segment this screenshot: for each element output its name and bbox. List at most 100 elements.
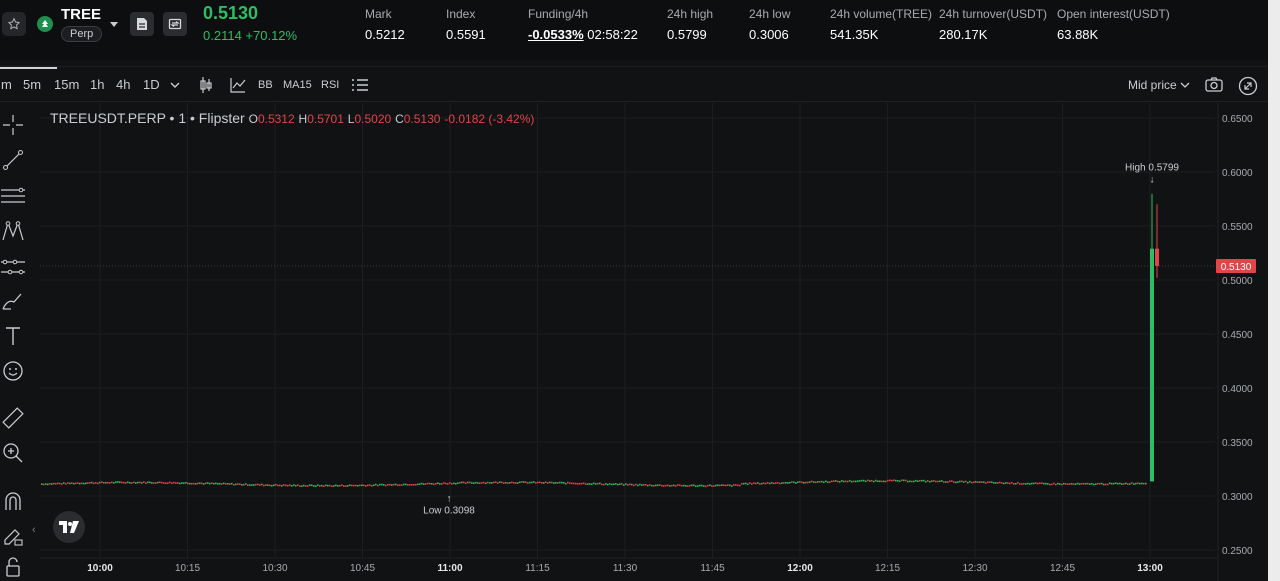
- candlestick-icon[interactable]: [198, 76, 214, 94]
- camera-icon[interactable]: [1204, 76, 1224, 94]
- baseline-candle: [825, 480, 827, 483]
- baseline-candle: [457, 482, 459, 485]
- baseline-candle: [1009, 482, 1011, 485]
- baseline-candle: [705, 485, 707, 488]
- baseline-candle: [289, 484, 291, 486]
- indicator-bb[interactable]: BB: [258, 79, 273, 91]
- baseline-candle: [891, 479, 893, 482]
- baseline-candle: [719, 484, 721, 487]
- baseline-candle: [605, 483, 607, 485]
- baseline-candle: [93, 482, 95, 485]
- baseline-candle: [299, 485, 301, 487]
- price-change: 0.2114 +70.12%: [203, 28, 298, 43]
- baseline-candle: [127, 481, 129, 484]
- baseline-candle: [1117, 482, 1119, 485]
- brush-tool[interactable]: [1, 289, 25, 313]
- baseline-candle: [1071, 483, 1073, 485]
- zoom-in-tool[interactable]: [1, 441, 25, 465]
- contract-info-button[interactable]: [130, 12, 154, 36]
- forecast-tool[interactable]: [1, 255, 25, 279]
- legend-close-label: C: [395, 112, 404, 126]
- collapse-toolbar-button[interactable]: ‹: [32, 524, 36, 536]
- baseline-candle: [737, 484, 739, 487]
- indicator-rsi[interactable]: RSI: [321, 79, 339, 91]
- baseline-candle: [823, 481, 825, 484]
- baseline-candle: [1047, 483, 1049, 485]
- baseline-candle: [363, 484, 365, 487]
- baseline-candle: [259, 484, 261, 486]
- baseline-candle: [645, 484, 647, 486]
- indicator-ma15[interactable]: MA15: [283, 79, 312, 91]
- baseline-candle: [1081, 482, 1083, 485]
- x-tick-label: 10:15: [175, 563, 200, 574]
- baseline-candle: [309, 484, 311, 486]
- line-chart-icon[interactable]: [229, 76, 247, 94]
- baseline-candle: [351, 484, 353, 487]
- y-tick-label: 0.3000: [1222, 492, 1253, 503]
- text-tool[interactable]: [1, 324, 25, 348]
- tradingview-logo[interactable]: [53, 511, 85, 543]
- lock-tool[interactable]: [1, 555, 25, 579]
- baseline-candle: [533, 481, 535, 483]
- stat-24h-volume: 24h volume(TREE) 541.35K: [830, 7, 932, 42]
- baseline-candle: [1103, 483, 1105, 486]
- chevron-down-icon[interactable]: [108, 18, 120, 30]
- baseline-candle: [319, 485, 321, 487]
- baseline-candle: [669, 485, 671, 487]
- magnet-tool[interactable]: [1, 489, 25, 513]
- baseline-candle: [119, 481, 121, 484]
- baseline-candle: [233, 484, 235, 486]
- baseline-candle: [795, 482, 797, 484]
- list-icon[interactable]: [350, 76, 370, 94]
- baseline-candle: [599, 482, 601, 485]
- baseline-candle: [689, 484, 691, 487]
- trendline-tool[interactable]: [1, 148, 25, 172]
- baseline-candle: [921, 479, 923, 482]
- baseline-candle: [631, 483, 633, 486]
- favorite-button[interactable]: [2, 12, 26, 36]
- baseline-candle: [863, 479, 865, 482]
- baseline-candle: [797, 481, 799, 483]
- baseline-candle: [47, 483, 49, 486]
- funding-rate[interactable]: -0.0533%: [528, 27, 584, 42]
- pattern-tool[interactable]: [1, 219, 25, 243]
- price-source-select[interactable]: Mid price: [1128, 78, 1190, 92]
- interval-15m[interactable]: 15m: [54, 77, 79, 92]
- baseline-candle: [1003, 482, 1005, 485]
- chevron-down-icon[interactable]: [169, 80, 181, 90]
- baseline-candle: [1011, 481, 1013, 484]
- expand-icon[interactable]: [1238, 76, 1258, 96]
- baseline-candle: [595, 483, 597, 485]
- stat-open-interest: Open interest(USDT) 63.88K: [1057, 7, 1170, 42]
- interval-cut[interactable]: m: [1, 77, 12, 92]
- symbol-name[interactable]: TREE: [61, 6, 101, 23]
- baseline-candle: [661, 484, 663, 487]
- baseline-candle: [667, 484, 669, 487]
- interval-1h[interactable]: 1h: [90, 77, 104, 92]
- crosshair-tool[interactable]: [1, 113, 25, 137]
- stat-label: Index: [446, 7, 476, 21]
- emoji-tool[interactable]: [1, 359, 25, 383]
- baseline-candle: [949, 480, 951, 483]
- ruler-tool[interactable]: [1, 406, 25, 430]
- interval-1d[interactable]: 1D: [143, 77, 160, 92]
- interval-5m[interactable]: 5m: [23, 77, 41, 92]
- baseline-candle: [633, 484, 635, 487]
- baseline-candle: [225, 483, 227, 485]
- baseline-candle: [987, 481, 989, 484]
- stat-value: 0.5591: [446, 27, 486, 42]
- baseline-candle: [329, 484, 331, 487]
- swap-layout-button[interactable]: [163, 12, 187, 36]
- fib-tool[interactable]: [1, 184, 25, 208]
- lock-drawings-tool[interactable]: [1, 524, 25, 548]
- baseline-candle: [1065, 483, 1067, 485]
- baseline-candle: [733, 484, 735, 486]
- baseline-candle: [517, 482, 519, 484]
- baseline-candle: [523, 481, 525, 483]
- interval-4h[interactable]: 4h: [116, 77, 130, 92]
- baseline-candle: [551, 481, 553, 484]
- price-chart[interactable]: 0.6500 0.6000 0.5500 0.5000 0.4500 0.4000 0.35…: [40, 103, 1268, 581]
- baseline-candle: [87, 482, 89, 484]
- baseline-candle: [647, 484, 649, 487]
- baseline-candle: [41, 483, 43, 485]
